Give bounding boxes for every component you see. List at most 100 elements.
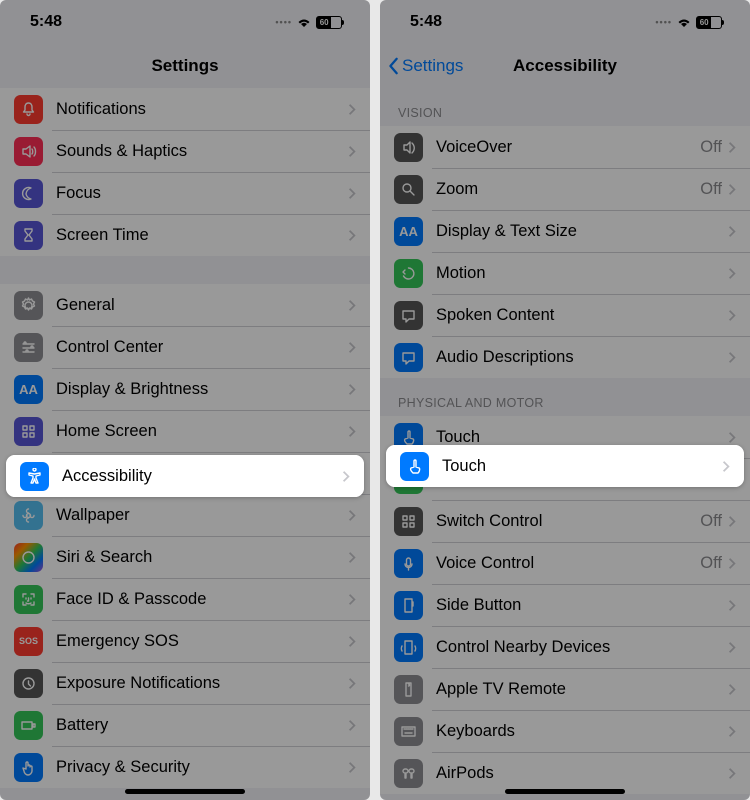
speaker-icon <box>14 137 43 166</box>
chevron-right-icon <box>728 183 736 196</box>
row-label: Touch <box>442 457 722 476</box>
gear-icon <box>14 291 43 320</box>
switch-icon <box>394 507 423 536</box>
row-motion[interactable]: Motion <box>380 252 750 294</box>
row-face-id-passcode[interactable]: Face ID & Passcode <box>0 578 370 620</box>
row-label: General <box>56 296 348 315</box>
row-screen-time[interactable]: Screen Time <box>0 214 370 256</box>
chevron-right-icon <box>348 341 356 354</box>
row-exposure-notifications[interactable]: Exposure Notifications <box>0 662 370 704</box>
cell-dots-icon: •••• <box>275 17 292 27</box>
clock: 5:48 <box>410 13 442 31</box>
row-side-button[interactable]: Side Button <box>380 584 750 626</box>
chevron-right-icon <box>342 470 350 483</box>
row-label: Touch <box>436 428 728 447</box>
chevron-right-icon <box>348 299 356 312</box>
chevron-right-icon <box>348 145 356 158</box>
row-touch[interactable]: Touch <box>386 445 744 487</box>
row-display-brightness[interactable]: AADisplay & Brightness <box>0 368 370 410</box>
accessibility-list[interactable]: VISION VoiceOverOffZoomOffAADisplay & Te… <box>380 88 750 800</box>
row-label: Wallpaper <box>56 506 348 525</box>
clock: 5:48 <box>30 13 62 31</box>
accessibility-screen: 5:48 •••• 60 Settings Accessibility VISI… <box>380 0 750 800</box>
spoken-icon <box>394 301 423 330</box>
wifi-icon <box>296 16 312 28</box>
chevron-right-icon <box>728 767 736 780</box>
row-home-screen[interactable]: Home Screen <box>0 410 370 452</box>
row-accessibility[interactable]: Accessibility <box>6 455 364 497</box>
row-airpods[interactable]: AirPods <box>380 752 750 794</box>
hand-icon <box>14 753 43 782</box>
keyboard-icon <box>394 717 423 746</box>
chevron-right-icon <box>728 267 736 280</box>
status-bar: 5:48 •••• 60 <box>380 0 750 44</box>
chevron-right-icon <box>348 635 356 648</box>
row-emergency-sos[interactable]: SOSEmergency SOS <box>0 620 370 662</box>
airpods-icon <box>394 759 423 788</box>
side-btn-icon <box>394 591 423 620</box>
wifi-icon <box>676 16 692 28</box>
battery-icon: 60 <box>696 16 722 29</box>
row-sounds-haptics[interactable]: Sounds & Haptics <box>0 130 370 172</box>
nearby-icon <box>394 633 423 662</box>
home-indicator[interactable] <box>125 789 245 794</box>
voice-ctrl-icon <box>394 549 423 578</box>
row-voiceover[interactable]: VoiceOverOff <box>380 126 750 168</box>
row-value: Off <box>700 512 722 531</box>
chevron-left-icon <box>388 57 400 75</box>
status-bar: 5:48 •••• 60 <box>0 0 370 44</box>
zoom-icon <box>394 175 423 204</box>
chevron-right-icon <box>348 677 356 690</box>
row-focus[interactable]: Focus <box>0 172 370 214</box>
chevron-right-icon <box>348 509 356 522</box>
home-indicator[interactable] <box>505 789 625 794</box>
row-label: Screen Time <box>56 226 348 245</box>
chevron-right-icon <box>348 229 356 242</box>
row-general[interactable]: General <box>0 284 370 326</box>
row-label: Apple TV Remote <box>436 680 728 699</box>
highlighted-row: Accessibility <box>6 455 364 497</box>
row-apple-tv-remote[interactable]: Apple TV Remote <box>380 668 750 710</box>
chevron-right-icon <box>348 761 356 774</box>
flower-icon <box>14 501 43 530</box>
row-control-nearby-devices[interactable]: Control Nearby Devices <box>380 626 750 668</box>
tv-remote-icon <box>394 675 423 704</box>
grid-icon <box>14 417 43 446</box>
row-switch-control[interactable]: Switch ControlOff <box>380 500 750 542</box>
chevron-right-icon <box>348 551 356 564</box>
chevron-right-icon <box>348 187 356 200</box>
row-privacy-security[interactable]: Privacy & Security <box>0 746 370 788</box>
chevron-right-icon <box>348 383 356 396</box>
chevron-right-icon <box>728 309 736 322</box>
row-battery[interactable]: Battery <box>0 704 370 746</box>
row-label: Display & Text Size <box>436 222 728 241</box>
row-siri-search[interactable]: Siri & Search <box>0 536 370 578</box>
chevron-right-icon <box>348 103 356 116</box>
row-audio-descriptions[interactable]: Audio Descriptions <box>380 336 750 378</box>
back-button[interactable]: Settings <box>388 56 463 76</box>
row-display-text-size[interactable]: AA Display & Text Size <box>380 210 750 252</box>
chevron-right-icon <box>728 683 736 696</box>
row-voice-control[interactable]: Voice ControlOff <box>380 542 750 584</box>
motion-icon <box>394 259 423 288</box>
row-label: Battery <box>56 716 348 735</box>
aa-icon: AA <box>394 217 423 246</box>
chevron-right-icon <box>728 599 736 612</box>
row-label: Face ID & Passcode <box>56 590 348 609</box>
chevron-right-icon <box>728 141 736 154</box>
chevron-right-icon <box>728 351 736 364</box>
row-spoken-content[interactable]: Spoken Content <box>380 294 750 336</box>
row-wallpaper[interactable]: Wallpaper <box>0 494 370 536</box>
row-label: Audio Descriptions <box>436 348 728 367</box>
row-zoom[interactable]: ZoomOff <box>380 168 750 210</box>
chevron-right-icon <box>728 641 736 654</box>
row-label: Switch Control <box>436 512 700 531</box>
row-label: Spoken Content <box>436 306 728 325</box>
row-notifications[interactable]: Notifications <box>0 88 370 130</box>
row-control-center[interactable]: Control Center <box>0 326 370 368</box>
settings-list[interactable]: Notifications Sounds & Haptics Focus Screen… <box>0 88 370 800</box>
cell-dots-icon: •••• <box>655 17 672 27</box>
row-keyboards[interactable]: Keyboards <box>380 710 750 752</box>
row-label: Motion <box>436 264 728 283</box>
row-label: Sounds & Haptics <box>56 142 348 161</box>
